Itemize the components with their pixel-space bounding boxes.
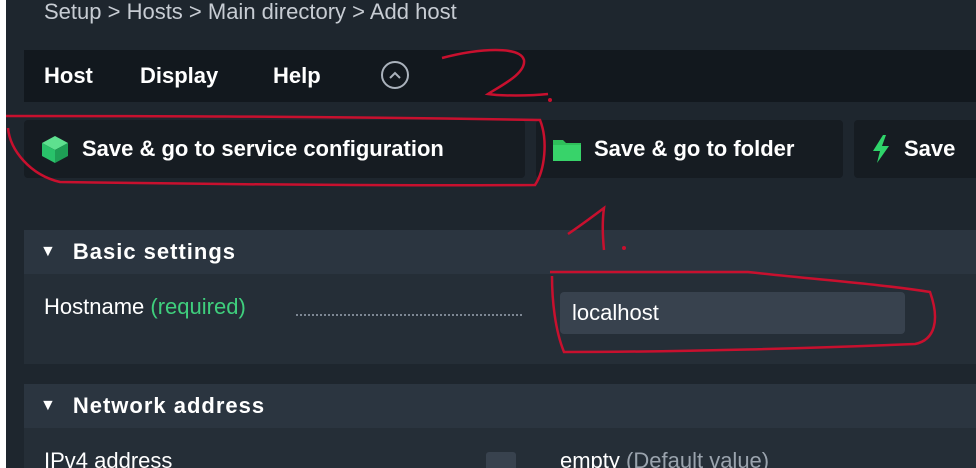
ipv4-default-text: (Default value) — [626, 448, 770, 468]
chevron-up-icon — [389, 71, 401, 79]
ipv4-value-text: empty — [560, 448, 620, 468]
menu-display[interactable]: Display — [140, 63, 218, 89]
hostname-dots — [296, 314, 522, 316]
hostname-input[interactable] — [560, 292, 905, 334]
page: Setup > Hosts > Main directory > Add hos… — [6, 0, 976, 468]
breadcrumb[interactable]: Setup > Hosts > Main directory > Add hos… — [44, 0, 457, 24]
required-badge: (required) — [150, 294, 246, 319]
basic-settings-header[interactable]: ▼ Basic settings — [24, 230, 976, 274]
ipv4-checkbox[interactable] — [486, 452, 516, 468]
hostname-label-text: Hostname — [44, 294, 145, 319]
save-service-config-button[interactable]: Save & go to service configuration — [24, 120, 525, 178]
save-service-config-label: Save & go to service configuration — [82, 136, 444, 161]
collapse-menu-button[interactable] — [381, 61, 409, 89]
network-address-section: ▼ Network address IPv4 address empty (De… — [24, 384, 976, 468]
folder-icon — [552, 136, 582, 162]
network-address-title: Network address — [72, 393, 266, 418]
save-button[interactable]: Save — [854, 120, 976, 178]
network-address-header[interactable]: ▼ Network address — [24, 384, 976, 428]
basic-settings-title: Basic settings — [72, 239, 237, 264]
ipv4-value: empty (Default value) — [560, 448, 769, 468]
menu-host[interactable]: Host — [44, 63, 93, 89]
triangle-down-icon: ▼ — [40, 397, 57, 414]
cube-icon — [40, 134, 70, 164]
lightning-icon — [870, 134, 892, 164]
basic-settings-section: ▼ Basic settings Hostname (required) — [24, 230, 976, 364]
menu-help[interactable]: Help — [273, 63, 321, 89]
hostname-label: Hostname (required) — [44, 294, 246, 320]
triangle-down-icon: ▼ — [40, 243, 57, 260]
menu-bar: Host Display Help — [24, 50, 976, 102]
save-folder-label: Save & go to folder — [594, 136, 795, 161]
save-folder-button[interactable]: Save & go to folder — [536, 120, 843, 178]
save-label: Save — [904, 136, 956, 161]
ipv4-label: IPv4 address — [44, 448, 173, 468]
